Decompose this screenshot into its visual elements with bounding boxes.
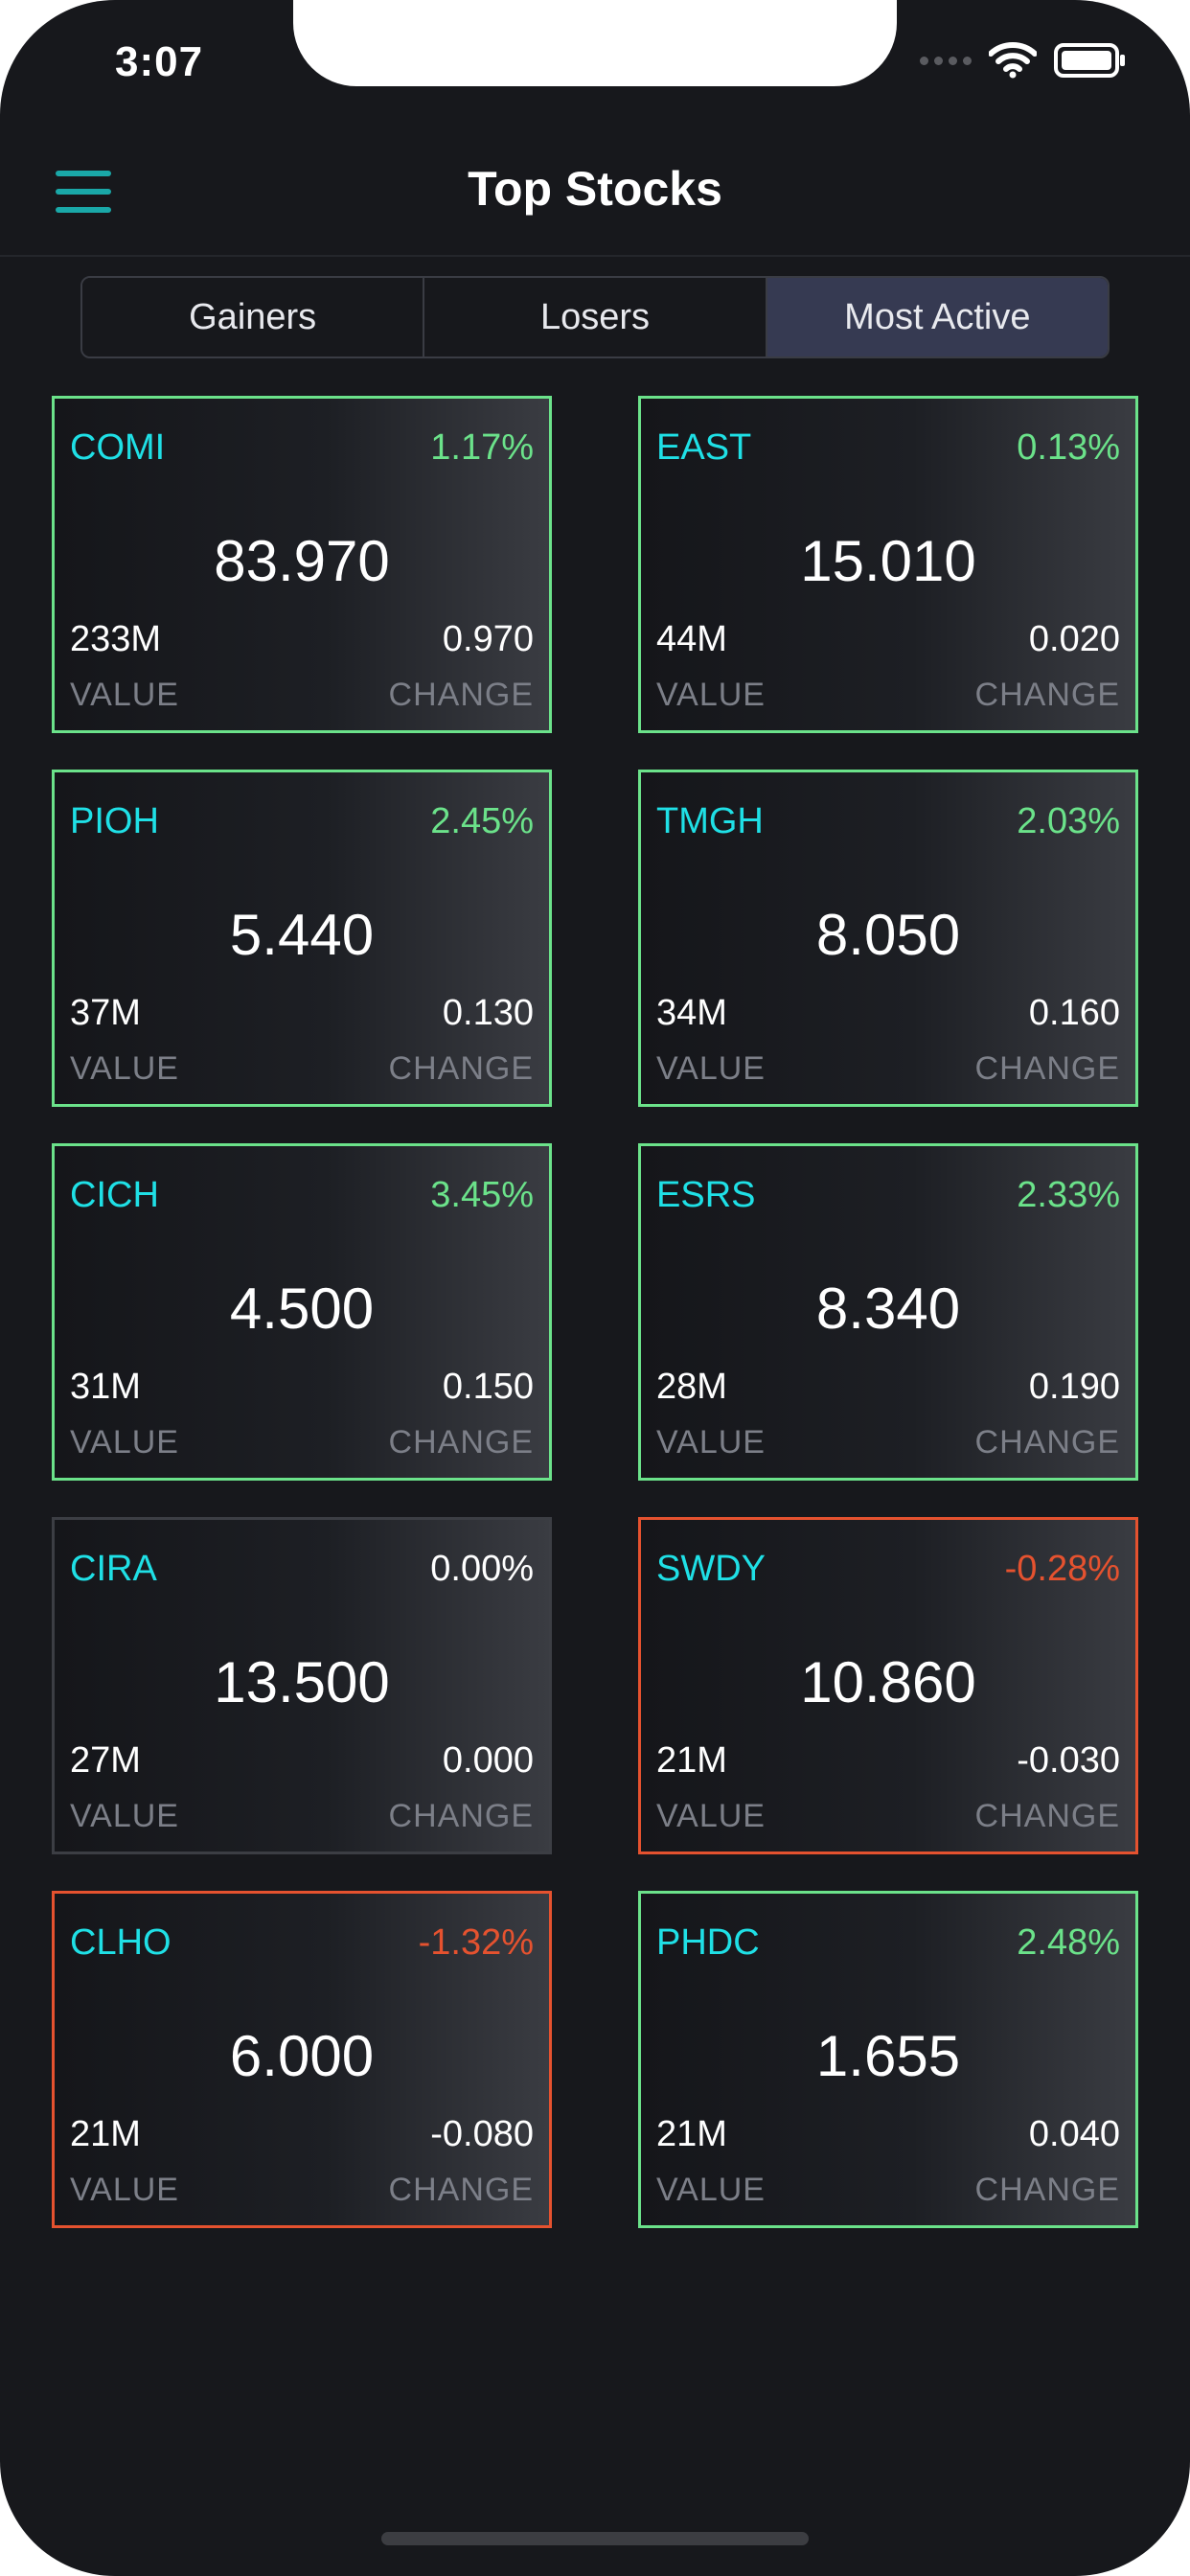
stock-value: 21M <box>656 1740 727 1781</box>
stock-percent-change: 2.03% <box>1017 801 1120 841</box>
stock-value: 233M <box>70 619 162 659</box>
change-label: CHANGE <box>388 1798 534 1834</box>
stock-price: 8.050 <box>815 903 961 967</box>
stock-value: 21M <box>656 2114 727 2154</box>
value-label: VALUE <box>70 1050 179 1087</box>
stock-change: 0.000 <box>442 1740 534 1781</box>
stock-change: 0.150 <box>442 1367 534 1407</box>
stock-price: 4.500 <box>229 1276 375 1341</box>
segmented-control: Gainers Losers Most Active <box>80 276 1110 358</box>
value-label: VALUE <box>70 1424 179 1460</box>
stock-value: 34M <box>656 993 727 1033</box>
stock-price: 1.655 <box>815 2024 961 2088</box>
value-label: VALUE <box>656 2172 766 2208</box>
stock-value: 21M <box>70 2114 141 2154</box>
change-label: CHANGE <box>388 1050 534 1087</box>
stock-card[interactable]: CLHO -1.32% 6.000 21M -0.080 VALUE CHANG… <box>52 1891 552 2228</box>
stock-card[interactable]: TMGH 2.03% 8.050 34M 0.160 VALUE CHANGE <box>638 770 1138 1107</box>
stock-value: 28M <box>656 1367 727 1407</box>
page-title: Top Stocks <box>468 162 722 216</box>
stock-symbol: CIRA <box>70 1549 157 1589</box>
status-time: 3:07 <box>115 38 204 85</box>
stock-symbol: SWDY <box>656 1549 766 1589</box>
stock-symbol: CLHO <box>70 1922 172 1963</box>
stock-card[interactable]: PIOH 2.45% 5.440 37M 0.130 VALUE CHANGE <box>52 770 552 1107</box>
stock-price: 83.970 <box>214 529 390 593</box>
stock-card[interactable]: CICH 3.45% 4.500 31M 0.150 VALUE CHANGE <box>52 1143 552 1481</box>
stock-symbol: EAST <box>656 427 752 468</box>
change-label: CHANGE <box>388 1424 534 1460</box>
stock-percent-change: 3.45% <box>430 1175 534 1215</box>
change-label: CHANGE <box>388 2172 534 2208</box>
stock-percent-change: 0.00% <box>430 1549 534 1589</box>
value-label: VALUE <box>656 1050 766 1087</box>
stock-change: 0.040 <box>1028 2114 1120 2154</box>
change-label: CHANGE <box>974 1798 1120 1834</box>
stock-card[interactable]: ESRS 2.33% 8.340 28M 0.190 VALUE CHANGE <box>638 1143 1138 1481</box>
stock-change: 0.020 <box>1028 619 1120 659</box>
stock-percent-change: -1.32% <box>418 1922 534 1963</box>
stock-card[interactable]: EAST 0.13% 15.010 44M 0.020 VALUE CHANGE <box>638 396 1138 733</box>
stock-change: 0.130 <box>442 993 534 1033</box>
stock-card[interactable]: SWDY -0.28% 10.860 21M -0.030 VALUE CHAN… <box>638 1517 1138 1854</box>
stock-symbol: PIOH <box>70 801 159 841</box>
stock-price: 13.500 <box>214 1650 390 1714</box>
stock-value: 31M <box>70 1367 141 1407</box>
device-notch <box>293 0 897 86</box>
battery-icon <box>1054 42 1127 79</box>
stock-card[interactable]: CIRA 0.00% 13.500 27M 0.000 VALUE CHANGE <box>52 1517 552 1854</box>
stock-card[interactable]: PHDC 2.48% 1.655 21M 0.040 VALUE CHANGE <box>638 1891 1138 2228</box>
stock-price: 6.000 <box>229 2024 375 2088</box>
stock-percent-change: 2.45% <box>430 801 534 841</box>
stock-grid: COMI 1.17% 83.970 233M 0.970 VALUE CHANG… <box>52 396 1138 2228</box>
stock-percent-change: 2.48% <box>1017 1922 1120 1963</box>
stock-change: 0.190 <box>1028 1367 1120 1407</box>
value-label: VALUE <box>656 1798 766 1834</box>
stock-symbol: ESRS <box>656 1175 756 1215</box>
value-label: VALUE <box>70 1798 179 1834</box>
stock-price: 5.440 <box>229 903 375 967</box>
value-label: VALUE <box>70 2172 179 2208</box>
home-indicator[interactable] <box>381 2532 809 2545</box>
status-icons <box>920 42 1127 79</box>
stock-change: -0.030 <box>1017 1740 1120 1781</box>
value-label: VALUE <box>656 1424 766 1460</box>
stock-symbol: TMGH <box>656 801 764 841</box>
stock-value: 37M <box>70 993 141 1033</box>
stock-percent-change: -0.28% <box>1004 1549 1120 1589</box>
stock-price: 15.010 <box>800 529 976 593</box>
tab-most-active[interactable]: Most Active <box>767 278 1108 356</box>
stock-value: 27M <box>70 1740 141 1781</box>
change-label: CHANGE <box>974 1424 1120 1460</box>
change-label: CHANGE <box>974 2172 1120 2208</box>
stock-percent-change: 1.17% <box>430 427 534 468</box>
change-label: CHANGE <box>974 1050 1120 1087</box>
stock-change: 0.970 <box>442 619 534 659</box>
change-label: CHANGE <box>974 677 1120 713</box>
value-label: VALUE <box>656 677 766 713</box>
app-screen: 3:07 Top Stocks Gainers Losers Most Acti… <box>0 0 1190 2576</box>
value-label: VALUE <box>70 677 179 713</box>
tab-gainers[interactable]: Gainers <box>82 278 425 356</box>
tab-losers[interactable]: Losers <box>424 278 767 356</box>
navigation-bar: Top Stocks <box>0 144 1190 257</box>
stock-price: 8.340 <box>815 1276 961 1341</box>
stock-change: 0.160 <box>1028 993 1120 1033</box>
cellular-signal-icon <box>920 56 972 65</box>
stock-symbol: CICH <box>70 1175 159 1215</box>
stock-symbol: PHDC <box>656 1922 760 1963</box>
stock-value: 44M <box>656 619 727 659</box>
stock-symbol: COMI <box>70 427 166 468</box>
stock-card[interactable]: COMI 1.17% 83.970 233M 0.970 VALUE CHANG… <box>52 396 552 733</box>
stock-change: -0.080 <box>430 2114 534 2154</box>
change-label: CHANGE <box>388 677 534 713</box>
stock-percent-change: 2.33% <box>1017 1175 1120 1215</box>
stock-percent-change: 0.13% <box>1017 427 1120 468</box>
wifi-icon <box>989 42 1037 79</box>
stock-price: 10.860 <box>800 1650 976 1714</box>
